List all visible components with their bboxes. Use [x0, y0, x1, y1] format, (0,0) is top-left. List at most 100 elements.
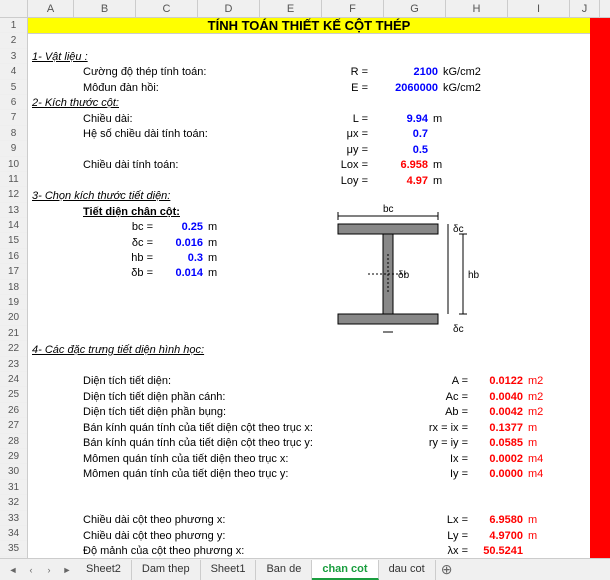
row-header-23[interactable]: 23	[0, 357, 27, 372]
value: 0.0122	[473, 375, 523, 387]
unit: m	[433, 175, 442, 187]
subsection: Tiết diện chân cột:	[28, 206, 180, 218]
svg-text:bc: bc	[383, 204, 394, 215]
column-headers: ABCDEFGHIJ	[0, 0, 610, 18]
row-header-34[interactable]: 34	[0, 526, 27, 541]
add-sheet-icon[interactable]: ⊕	[436, 561, 458, 578]
value: 0.0040	[473, 391, 523, 403]
value: 2100	[378, 66, 438, 78]
tab-prev-icon[interactable]: ‹	[22, 561, 40, 579]
symbol: E =	[328, 82, 368, 94]
tab-Sheet2[interactable]: Sheet2	[76, 560, 132, 580]
tab-nav: ◄ ‹ › ►	[0, 561, 76, 579]
unit: m	[433, 113, 442, 125]
row-header-30[interactable]: 30	[0, 464, 27, 479]
symbol: ry = iy =	[418, 437, 468, 449]
col-header-D[interactable]: D	[198, 0, 260, 17]
row-header-29[interactable]: 29	[0, 449, 27, 464]
label: Hệ số chiều dài tính toán:	[28, 128, 208, 140]
label: Chiều dài:	[28, 113, 133, 125]
col-header-E[interactable]: E	[260, 0, 322, 17]
row-header-31[interactable]: 31	[0, 480, 27, 495]
row-header-10[interactable]: 10	[0, 157, 27, 172]
row-header-35[interactable]: 35	[0, 541, 27, 556]
value: 4.9700	[473, 530, 523, 542]
row-header-22[interactable]: 22	[0, 341, 27, 356]
cells-area[interactable]: TÍNH TOÁN THIẾT KẾ CỘT THÉP 1- Vật liệu …	[28, 18, 610, 558]
tab-next-icon[interactable]: ›	[40, 561, 58, 579]
row-header-28[interactable]: 28	[0, 434, 27, 449]
tab-last-icon[interactable]: ►	[58, 561, 76, 579]
section-2: 2- Kích thước cột:	[28, 97, 119, 109]
label: Cường độ thép tính toán:	[28, 66, 206, 78]
row-header-6[interactable]: 6	[0, 95, 27, 110]
unit: m	[208, 221, 217, 233]
row-header-14[interactable]: 14	[0, 218, 27, 233]
symbol: μy =	[328, 144, 368, 156]
col-header-I[interactable]: I	[508, 0, 570, 17]
row-header-5[interactable]: 5	[0, 80, 27, 95]
tab-dau-cot[interactable]: dau cot	[379, 560, 436, 580]
value: 4.97	[378, 175, 428, 187]
label: Bán kính quán tính của tiết diện cột the…	[28, 437, 313, 449]
tab-first-icon[interactable]: ◄	[4, 561, 22, 579]
row-header-11[interactable]: 11	[0, 172, 27, 187]
value: 50.5241	[473, 545, 523, 557]
row-header-27[interactable]: 27	[0, 418, 27, 433]
row-headers: 1234567891011121314151617181920212223242…	[0, 18, 28, 558]
row-header-20[interactable]: 20	[0, 310, 27, 325]
col-header-G[interactable]: G	[384, 0, 446, 17]
label: Diện tích tiết diện phần cánh:	[28, 391, 225, 403]
unit: m	[208, 252, 217, 264]
select-all-corner[interactable]	[0, 0, 28, 17]
unit: m4	[528, 468, 543, 480]
row-header-1[interactable]: 1	[0, 18, 27, 33]
col-header-F[interactable]: F	[322, 0, 384, 17]
row-header-3[interactable]: 3	[0, 49, 27, 64]
label: Mômen quán tính của tiết diện theo trục …	[28, 453, 288, 465]
value: 0.014	[163, 267, 203, 279]
row-header-16[interactable]: 16	[0, 249, 27, 264]
row-header-26[interactable]: 26	[0, 403, 27, 418]
tab-Dam-thep[interactable]: Dam thep	[132, 560, 201, 580]
tab-chan-cot[interactable]: chan cot	[312, 560, 378, 580]
symbol: R =	[328, 66, 368, 78]
row-header-33[interactable]: 33	[0, 511, 27, 526]
value: 6.958	[378, 159, 428, 171]
symbol: hb =	[113, 252, 153, 264]
row-header-2[interactable]: 2	[0, 33, 27, 48]
row-header-32[interactable]: 32	[0, 495, 27, 510]
row-header-18[interactable]: 18	[0, 280, 27, 295]
row-header-13[interactable]: 13	[0, 203, 27, 218]
value: 6.9580	[473, 514, 523, 526]
symbol: λx =	[418, 545, 468, 557]
col-header-B[interactable]: B	[74, 0, 136, 17]
sheet-tabs: ◄ ‹ › ► Sheet2Dam thepSheet1Ban dechan c…	[0, 558, 610, 580]
row-header-24[interactable]: 24	[0, 372, 27, 387]
ibeam-diagram: bc δc hb δb δc	[308, 204, 498, 344]
row-header-12[interactable]: 12	[0, 187, 27, 202]
row-header-17[interactable]: 17	[0, 264, 27, 279]
row-header-9[interactable]: 9	[0, 141, 27, 156]
section-4: 4- Các đặc trưng tiết diện hình học:	[28, 344, 204, 356]
tab-Sheet1[interactable]: Sheet1	[201, 560, 257, 580]
value: 2060000	[378, 82, 438, 94]
svg-text:δb: δb	[398, 270, 410, 281]
label: Chiều dài cột theo phương y:	[28, 530, 225, 542]
col-header-A[interactable]: A	[28, 0, 74, 17]
label: Diện tích tiết diện:	[28, 375, 171, 387]
col-header-J[interactable]: J	[570, 0, 600, 17]
row-header-25[interactable]: 25	[0, 387, 27, 402]
tab-Ban-de[interactable]: Ban de	[256, 560, 312, 580]
col-header-C[interactable]: C	[136, 0, 198, 17]
row-header-15[interactable]: 15	[0, 233, 27, 248]
row-header-7[interactable]: 7	[0, 110, 27, 125]
row-header-21[interactable]: 21	[0, 326, 27, 341]
label: Chiều dài tính toán:	[28, 159, 178, 171]
col-header-H[interactable]: H	[446, 0, 508, 17]
section-1: 1- Vật liệu :	[28, 51, 88, 63]
row-header-8[interactable]: 8	[0, 126, 27, 141]
row-header-19[interactable]: 19	[0, 295, 27, 310]
row-header-4[interactable]: 4	[0, 64, 27, 79]
unit: m2	[528, 406, 543, 418]
